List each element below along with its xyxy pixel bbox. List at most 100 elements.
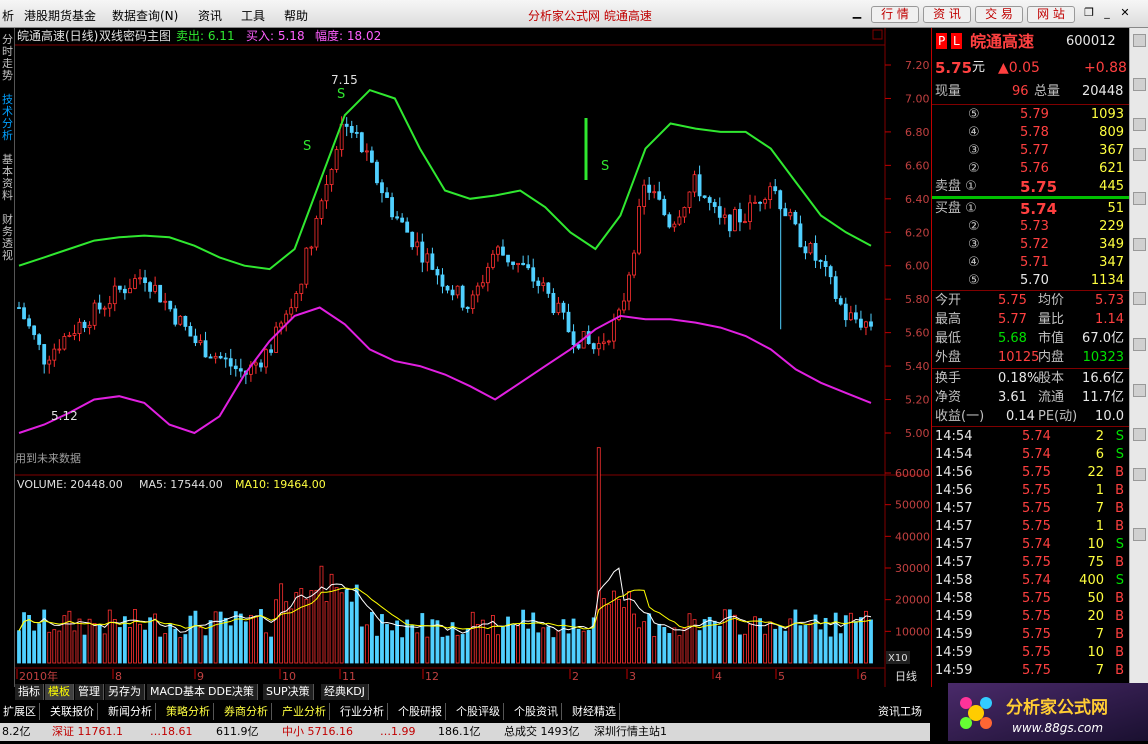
func-tab-0[interactable]: 扩展区	[0, 703, 40, 720]
tool-icon-3[interactable]	[1133, 118, 1146, 131]
buy-volume: 229	[1099, 219, 1124, 234]
tick-direction: B	[1115, 627, 1124, 642]
candle-body	[385, 192, 389, 198]
volume-bar	[223, 617, 228, 664]
candle-body	[168, 300, 173, 310]
tab-financials[interactable]: 财务透视	[0, 214, 15, 262]
volume-bar	[329, 573, 334, 664]
qrow-tick: 14:57 5.75 75 B	[932, 554, 1130, 572]
menu-item-news[interactable]: 资讯	[198, 7, 222, 24]
quote-button[interactable]: 行 情	[871, 6, 919, 23]
tool-icon-2[interactable]	[1133, 78, 1146, 91]
func-tab-9[interactable]: 个股资讯	[511, 703, 562, 720]
stock-code: 600012	[1066, 34, 1116, 49]
tool-icon-7[interactable]	[1133, 292, 1146, 305]
volume-bar	[92, 623, 97, 664]
qrow-tick: 14:56 5.75 22 B	[932, 464, 1130, 482]
volume-bar	[178, 637, 183, 664]
menu-item-analysis[interactable]: 析	[2, 7, 14, 24]
volume-tick-label: 40000	[895, 530, 930, 543]
func-tab-7[interactable]: 个股研报	[395, 703, 446, 720]
menu-item-tools[interactable]: 工具	[241, 7, 265, 24]
tool-icon-12[interactable]	[1133, 528, 1146, 541]
candle-body	[485, 266, 490, 284]
volume-bar	[838, 633, 843, 664]
tab-4[interactable]: MACD基本	[147, 684, 209, 700]
func-tab-4[interactable]: 券商分析	[221, 703, 272, 720]
restore-icon[interactable]: ❐	[1082, 6, 1096, 20]
tool-icon-9[interactable]	[1133, 384, 1146, 397]
tick-price: 5.74	[1022, 429, 1051, 444]
tab-intraday[interactable]: 分时走势	[0, 34, 15, 82]
fin-value: 3.61	[998, 390, 1027, 405]
minimize-icon[interactable]: ▁	[850, 6, 864, 20]
tab-3[interactable]: 另存为	[105, 684, 145, 700]
kline-chart[interactable]: 7.20 7.00 6.80 6.60 6.40 6.20 6.00 5.80 5.60 5.40…	[15, 28, 930, 687]
candle-body	[380, 182, 384, 194]
tab-0[interactable]: 指标	[15, 684, 44, 700]
tab-fundamentals[interactable]: 基本资料	[0, 154, 15, 202]
tool-icon-11[interactable]	[1133, 468, 1146, 481]
stat-value: 5.68	[998, 331, 1027, 346]
status-item: 中小 5716.16	[282, 725, 353, 738]
sell-level-label: ②	[968, 161, 980, 176]
func-tab-5[interactable]: 产业分析	[279, 703, 330, 720]
website-button[interactable]: 网 站	[1027, 6, 1075, 23]
func-tab-1[interactable]: 关联报价	[47, 703, 98, 720]
tool-icon-4[interactable]	[1133, 148, 1146, 161]
stat-value: 5.75	[998, 293, 1027, 308]
volume-bar	[848, 612, 853, 664]
tab-1[interactable]: 模板	[45, 684, 74, 700]
volume-bar	[556, 630, 561, 664]
tool-icon-1[interactable]	[1133, 34, 1146, 47]
logo-url: www.88gs.com	[1012, 721, 1103, 735]
candle-body	[42, 344, 47, 365]
tab-2[interactable]: 管理	[75, 684, 104, 700]
trade-button[interactable]: 交 易	[975, 6, 1023, 23]
close-icon[interactable]: ✕	[1118, 6, 1132, 20]
candle-body	[768, 186, 773, 200]
volume-bar	[138, 623, 142, 664]
minimize-window-icon[interactable]: _	[1100, 6, 1114, 20]
qrow-sell: ④ 5.78 809	[932, 124, 1130, 142]
volume-bar	[526, 628, 531, 664]
volume-bar	[576, 628, 581, 664]
menu-item-data-query[interactable]: 数据查询(N)	[112, 7, 178, 24]
volume-bar	[546, 626, 551, 664]
volume-bar	[97, 624, 102, 664]
sell-level-label: ③	[968, 143, 980, 158]
func-tab-6[interactable]: 行业分析	[337, 703, 388, 720]
volume-bar	[566, 633, 571, 664]
tick-volume: 20	[1087, 609, 1104, 624]
candle-body	[848, 312, 853, 321]
news-button[interactable]: 资 讯	[923, 6, 971, 23]
date-label: 5	[778, 670, 785, 683]
candle-body	[188, 326, 193, 337]
menu-item-help[interactable]: 帮助	[284, 7, 308, 24]
tool-icon-5[interactable]	[1133, 192, 1146, 205]
tab-7[interactable]: 经典KDJ	[321, 684, 369, 700]
date-label: 8	[115, 670, 122, 683]
info-workshop-button[interactable]: 资讯工场	[878, 703, 922, 721]
tab-technical[interactable]: 技术分析	[0, 94, 15, 142]
tick-price: 5.75	[1022, 555, 1051, 570]
func-tab-10[interactable]: 财经精选	[569, 703, 620, 720]
qrow-stat: 最高 5.77 量比 1.14	[932, 311, 1130, 329]
func-tab-8[interactable]: 个股评级	[453, 703, 504, 720]
candle-body	[410, 231, 415, 248]
candle-body	[490, 253, 495, 268]
func-tab-3[interactable]: 策略分析	[163, 703, 214, 720]
tick-volume: 1	[1095, 483, 1104, 498]
tab-5[interactable]: DDE决策	[205, 684, 258, 700]
menu-item-hk-futures[interactable]: 港股期货基金	[24, 7, 96, 24]
tool-icon-8[interactable]	[1133, 338, 1146, 351]
chart-area[interactable]: 7.20 7.00 6.80 6.60 6.40 6.20 6.00 5.80 5.60 5.40…	[15, 28, 930, 687]
volume-bar	[470, 611, 475, 664]
tool-icon-10[interactable]	[1133, 428, 1146, 441]
tab-6[interactable]: SUP决策	[263, 684, 314, 700]
period-label[interactable]: 日线	[895, 669, 917, 683]
func-tab-2[interactable]: 新闻分析	[105, 703, 156, 720]
tool-icon-6[interactable]	[1133, 238, 1146, 251]
volume-bar	[334, 587, 339, 664]
fin-label: 换手	[935, 371, 962, 386]
